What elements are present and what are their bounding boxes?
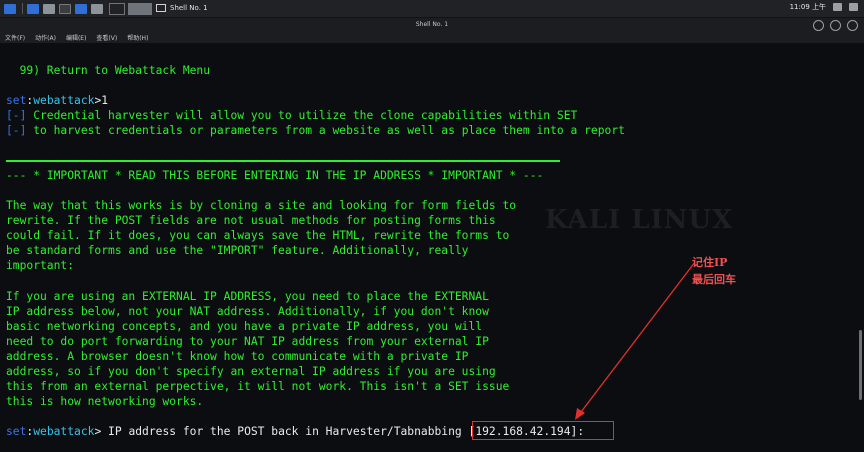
info-line-1: [-] Credential harvester will allow you … xyxy=(6,108,577,123)
prompt-input: >1 xyxy=(94,94,109,107)
workspace-switcher[interactable] xyxy=(109,2,155,15)
window-title: Shell No. 1 xyxy=(415,21,449,28)
system-tray: 11:09 上午 xyxy=(790,2,858,12)
info-marker: [-] xyxy=(6,124,27,137)
separator-line xyxy=(6,160,560,162)
kali-menu-icon[interactable] xyxy=(4,3,16,14)
para2-line-1: If you are using an EXTERNAL IP ADDRESS,… xyxy=(6,290,489,303)
annotation-line-1: 记住IP xyxy=(692,256,728,269)
editor-icon[interactable] xyxy=(91,3,103,14)
para2-line-5: address. A browser doesn't know how to c… xyxy=(6,350,469,363)
annotation-text: 记住IP 最后回车 xyxy=(692,254,812,288)
lock-icon[interactable] xyxy=(833,3,842,11)
menu-help[interactable]: 帮助(H) xyxy=(127,33,148,42)
taskbar-task-shell[interactable]: Shell No. 1 xyxy=(150,2,214,14)
app-launcher-icon[interactable] xyxy=(27,3,39,14)
ip-highlight-box xyxy=(472,421,614,440)
para1-line-5: important: xyxy=(6,259,75,272)
close-button[interactable] xyxy=(847,20,858,31)
menubar: 文件(F) 动作(A) 编辑(E) 查看(V) 帮助(H) xyxy=(0,32,864,43)
info-line-2: [-] to harvest credentials or parameters… xyxy=(6,123,625,138)
prompt-set: set xyxy=(6,94,27,107)
maximize-button[interactable] xyxy=(830,20,841,31)
prompt-question: > IP address for the POST back in Harves… xyxy=(94,425,469,438)
menu-actions[interactable]: 动作(A) xyxy=(35,33,56,42)
terminal-launcher-icon[interactable] xyxy=(59,3,71,14)
menu-view[interactable]: 查看(V) xyxy=(96,33,117,42)
para2-line-8: this is how networking works. xyxy=(6,395,204,408)
prompt-context: webattack xyxy=(33,425,95,438)
window-titlebar: Shell No. 1 xyxy=(0,18,864,32)
power-icon[interactable] xyxy=(849,3,858,11)
window-controls xyxy=(813,20,858,31)
para1-line-4: be standard forms and use the "IMPORT" f… xyxy=(6,244,469,257)
minimize-button[interactable] xyxy=(813,20,824,31)
para2-line-2: IP address below, not your NAT address. … xyxy=(6,305,489,318)
para1-line-2: rewrite. If the POST fields are not usua… xyxy=(6,214,496,227)
para2-line-3: basic networking concepts, and you have … xyxy=(6,320,483,333)
para2-line-6: address, so if you don't specify an exte… xyxy=(6,365,496,378)
para2-line-7: this from an external perpective, it wil… xyxy=(6,380,510,393)
workspace-2[interactable] xyxy=(128,2,152,15)
info-marker: [-] xyxy=(6,109,27,122)
prompt-context: webattack xyxy=(33,94,95,107)
para1-line-3: could fail. If it does, you can always s… xyxy=(6,229,510,242)
browser-icon[interactable] xyxy=(75,3,87,14)
kali-watermark: KALI LINUX xyxy=(545,205,734,235)
info-text: to harvest credentials or parameters fro… xyxy=(26,124,625,137)
prompt-line-1: set:webattack>1 xyxy=(6,93,108,108)
para1-line-1: The way that this works is by cloning a … xyxy=(6,199,517,212)
menu-option-99: 99) Return to Webattack Menu xyxy=(6,64,211,77)
prompt-set: set xyxy=(6,425,27,438)
terminal-scrollbar[interactable] xyxy=(859,330,862,400)
task-label: Shell No. 1 xyxy=(170,4,208,12)
workspace-1[interactable] xyxy=(109,2,125,15)
para2-line-4: need to do port forwarding to your NAT I… xyxy=(6,335,489,348)
menu-edit[interactable]: 编辑(E) xyxy=(66,33,86,42)
clock[interactable]: 11:09 上午 xyxy=(790,2,826,12)
taskbar-separator xyxy=(22,3,23,14)
important-banner: --- * IMPORTANT * READ THIS BEFORE ENTER… xyxy=(6,169,544,182)
files-icon[interactable] xyxy=(43,3,55,14)
info-text: Credential harvester will allow you to u… xyxy=(26,109,578,122)
menu-file[interactable]: 文件(F) xyxy=(5,33,25,42)
taskbar: Shell No. 1 11:09 上午 xyxy=(0,0,864,18)
terminal-icon xyxy=(156,4,166,12)
annotation-line-2: 最后回车 xyxy=(692,273,736,286)
